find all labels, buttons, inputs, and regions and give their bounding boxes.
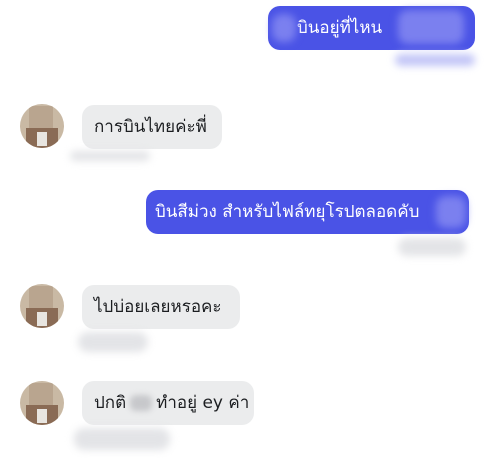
message-text: การบินไทยค่ะพี่ [94,116,207,137]
message-bubble-outgoing[interactable]: บินสีม่วง สำหรับไฟล์ทยุโรปตลอดคับ [146,190,469,234]
message-timestamp-redacted [70,151,150,161]
message-timestamp-redacted [398,238,466,256]
message-timestamp-redacted [395,54,475,66]
contact-avatar[interactable] [20,381,64,425]
message-text: บินอยู่ที่ไหน [297,17,383,38]
redacted-region [398,10,464,44]
message-bubble-incoming[interactable]: การบินไทยค่ะพี่ [82,105,222,149]
message-bubble-incoming[interactable]: ปกติ ทำอยู่ ey ค่า [82,381,254,425]
redacted-region [436,196,466,228]
message-timestamp-redacted [78,332,148,352]
message-bubble-incoming[interactable]: ไปบ่อยเลยหรอคะ [82,285,240,329]
redacted-region [272,14,296,42]
message-text: ไปบ่อยเลยหรอคะ [94,296,222,317]
contact-avatar[interactable] [20,104,64,148]
message-timestamp-redacted [74,428,170,450]
message-text-start: ปกติ [94,392,127,413]
contact-avatar[interactable] [20,284,64,328]
message-text-end: ทำอยู่ ey ค่า [156,392,250,413]
redacted-word [130,395,153,411]
message-text: บินสีม่วง สำหรับไฟล์ทยุโรปตลอดคับ [155,201,420,222]
